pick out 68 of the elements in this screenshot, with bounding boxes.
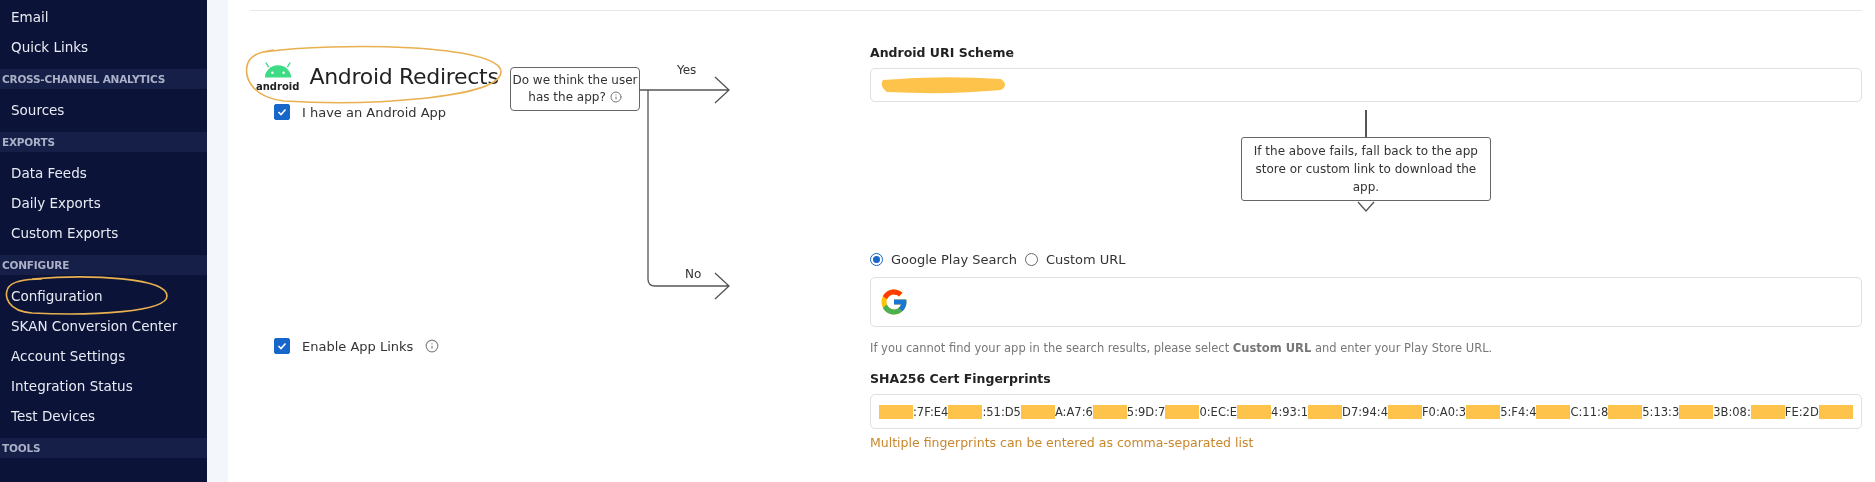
connector-line (1364, 110, 1367, 137)
fingerprint-fragment: C:11:8 (1570, 404, 1609, 419)
checkbox-label: Enable App Links (302, 338, 414, 354)
sidebar-heading: CONFIGURE (0, 255, 207, 275)
google-logo-icon (879, 287, 909, 317)
checkbox[interactable] (274, 338, 290, 354)
redaction-mark (1608, 404, 1643, 419)
sidebar-item[interactable]: Data Feeds (0, 158, 207, 188)
section-title: Android Redirects (309, 63, 499, 89)
redaction-mark (1679, 404, 1714, 419)
fingerprint-fragment: 3B:08: (1713, 404, 1751, 419)
redaction-mark (1818, 404, 1853, 419)
check-icon (277, 341, 287, 351)
fingerprint-fragment: 0:EC:E (1199, 404, 1238, 419)
redaction-mark (1466, 404, 1501, 419)
fingerprint-fragment: D7:94:4 (1342, 404, 1388, 419)
fingerprint-fragment: 5:13:3 (1642, 404, 1680, 419)
redaction-mark (879, 404, 913, 419)
logo-text: android (256, 80, 300, 92)
sidebar-item[interactable]: Integration Status (0, 371, 207, 401)
fingerprint-fragment: :7F:E4 (913, 404, 949, 419)
fingerprint-fragment: F0:A0:3 (1421, 404, 1467, 419)
sidebar-item[interactable]: Daily Exports (0, 188, 207, 218)
check-icon (277, 107, 287, 117)
fingerprint-fragment: 5:9D:7 (1126, 404, 1166, 419)
sidebar-item[interactable]: Email (0, 2, 207, 32)
checkbox[interactable] (274, 104, 290, 120)
help-text: If you cannot find your app in the search results, please select Custom URL and enter your Play Store URL. (870, 341, 1494, 355)
branch-label: No (685, 267, 702, 281)
sidebar-item[interactable]: Test Devices (0, 401, 207, 431)
info-icon[interactable] (609, 91, 622, 103)
redaction-mark (1165, 404, 1200, 419)
search-field[interactable] (870, 277, 1862, 327)
android-head-icon (262, 60, 293, 79)
sidebar-item[interactable]: SKAN Conversion Center (0, 311, 207, 341)
checkbox-label: I have an Android App (302, 104, 447, 120)
fingerprint-fragment: 5:F4:4 (1500, 404, 1537, 419)
decision-node: Do we think the user has the app? (510, 67, 640, 111)
sidebar-heading: CROSS-CHANNEL ANALYTICS (0, 69, 207, 89)
fallback-note: If the above fails, fall back to the app store or custom link to download the app. (1240, 137, 1491, 201)
help-text: Multiple fingerprints can be entered as comma-separated list (870, 435, 1255, 450)
sidebar-item[interactable]: Sources (0, 95, 207, 125)
input-field[interactable] (870, 68, 1862, 102)
sidebar-item[interactable]: Account Settings (0, 341, 207, 371)
field-label: Android URI Scheme (870, 45, 1015, 60)
fingerprint-fragment: FE:2D (1784, 404, 1819, 419)
redaction-mark (1020, 404, 1055, 419)
fingerprint-fragment: :51:D5 (982, 404, 1021, 419)
redaction-mark (1536, 404, 1571, 419)
sidebar-heading: TOOLS (0, 438, 207, 458)
sidebar-heading: EXPORTS (0, 132, 207, 152)
sidebar-item[interactable]: Custom Exports (0, 218, 207, 248)
redaction-mark (1750, 404, 1785, 419)
info-icon[interactable] (425, 339, 440, 353)
redaction-mark (948, 404, 983, 419)
input-field[interactable]: :7F:E4 :51:D5 A:A7:6 5:9D:7 0:EC:E 4:93:1 D7:94:4 F0:A0:3 5:F4:4 C:11:8 5:13:3 3B:08: FE:2D (870, 394, 1862, 429)
sidebar-item[interactable]: Quick Links (0, 32, 207, 62)
sidebar-item[interactable]: Configuration (0, 281, 207, 311)
redaction-mark (1237, 404, 1272, 419)
field-label: SHA256 Cert Fingerprints (870, 371, 1052, 386)
branch-label: Yes (677, 63, 697, 77)
fingerprint-fragment: A:A7:6 (1054, 404, 1093, 419)
fingerprint-fragment: 4:93:1 (1271, 404, 1309, 419)
redaction-mark (1092, 404, 1127, 419)
radio-label: Custom URL (1045, 252, 1126, 267)
redaction-mark (1308, 404, 1343, 419)
radio-label: Google Play Search (891, 252, 1017, 267)
redaction-mark (1387, 404, 1422, 419)
